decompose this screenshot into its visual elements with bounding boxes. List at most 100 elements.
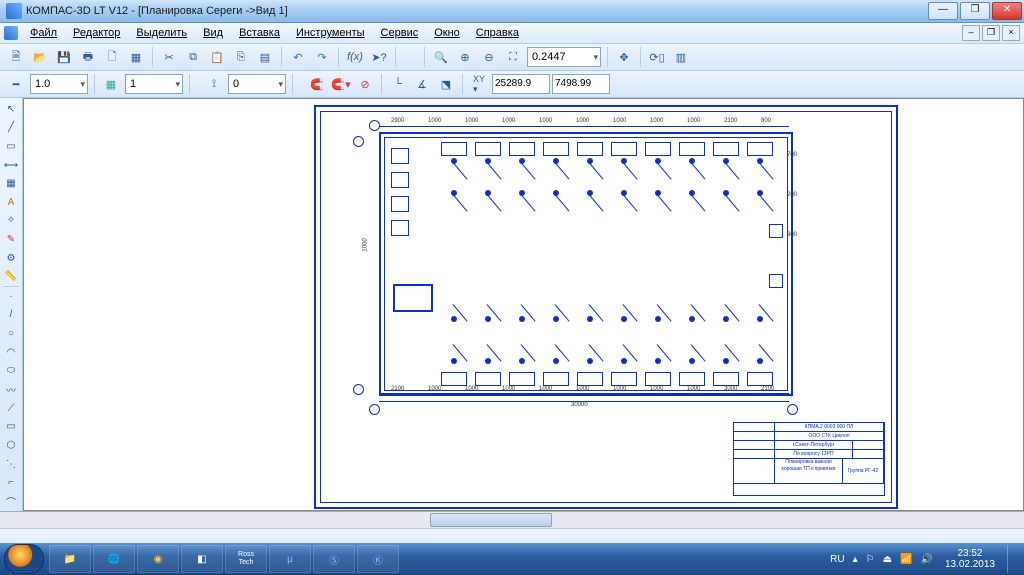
fillet-tool[interactable]: ⌒ [1, 493, 21, 510]
arc-tool[interactable]: ◠ [1, 344, 21, 361]
tray-safe-icon[interactable]: ⏏ [883, 554, 892, 565]
library-button[interactable]: ▤ [254, 46, 276, 68]
tool-palette: ↖ ╱ ▭ ⟷ ▦ A ✧ ✎ ⚙ 📏 · / ○ ◠ ⬭ 〰 ⟋ ▭ ⬡ ⋱ … [0, 98, 23, 511]
rectangle-tool[interactable]: ▭ [1, 419, 21, 436]
ellipse-tool[interactable]: ⬭ [1, 362, 21, 379]
spline-tool[interactable]: 〰 [1, 381, 21, 398]
close-button[interactable]: ✕ [992, 2, 1022, 20]
tray-volume-icon[interactable]: 🔊 [920, 554, 932, 565]
edit-tool[interactable]: ✎ [1, 231, 21, 248]
coord-x-input[interactable]: 25289.9 [492, 74, 550, 94]
display-button[interactable]: ▥ [670, 46, 692, 68]
linestyle-button[interactable]: ━ [5, 73, 27, 95]
snap-button[interactable]: 🧲 [306, 73, 328, 95]
zoom-in-button[interactable]: ⊕ [454, 46, 476, 68]
mdi-minimize-button[interactable]: – [962, 25, 980, 41]
round-button[interactable]: ⬔ [435, 73, 457, 95]
zoom-out-button[interactable]: ⊖ [478, 46, 500, 68]
redo-button[interactable]: ↷ [311, 46, 333, 68]
h-scroll-thumb[interactable] [430, 513, 552, 527]
leader-line [691, 162, 706, 179]
paste-button[interactable]: 📋 [206, 46, 228, 68]
save-button[interactable]: 💾 [53, 46, 75, 68]
mdi-buttons: – ❐ × [960, 25, 1024, 41]
menu-help[interactable]: Справка [468, 25, 527, 41]
task-utorrent[interactable]: μ [269, 545, 311, 573]
measure-tool[interactable]: 📏 [1, 268, 21, 285]
ortho-button[interactable]: └ [387, 73, 409, 95]
menu-window[interactable]: Окно [426, 25, 468, 41]
cut-button[interactable]: ✂ [158, 46, 180, 68]
dim-tool[interactable]: ⟷ [1, 157, 21, 174]
menu-service[interactable]: Сервис [373, 25, 427, 41]
circle-tool[interactable]: ○ [1, 325, 21, 342]
layer-combo[interactable]: 1 [125, 74, 183, 94]
angle-button[interactable]: ∡ [411, 73, 433, 95]
pointer-tool[interactable]: ↖ [1, 101, 21, 118]
open-button[interactable]: 📂 [29, 46, 51, 68]
h-scrollbar[interactable] [0, 511, 1024, 528]
mdi-restore-button[interactable]: ❐ [982, 25, 1000, 41]
menu-tools[interactable]: Инструменты [288, 25, 373, 41]
fx-button[interactable]: f(x) [344, 46, 366, 68]
chamfer-tool[interactable]: ⌐ [1, 474, 21, 491]
drawing-canvas[interactable]: 30000 КПМА.2 0003.000 ПЛ ООО СТК Циклоп … [23, 98, 1024, 511]
task-kompas[interactable]: Ⓚ [357, 545, 399, 573]
menu-insert[interactable]: Вставка [231, 25, 288, 41]
task-app[interactable]: ◧ [181, 545, 223, 573]
undo-button[interactable]: ↶ [287, 46, 309, 68]
zoom-combo[interactable]: 0.2447 [527, 47, 601, 67]
separator [462, 74, 463, 94]
segment-tool[interactable]: / [1, 307, 21, 324]
refresh-button[interactable]: ⟳▯ [646, 46, 668, 68]
task-explorer[interactable]: 📁 [49, 545, 91, 573]
polyline-tool[interactable]: ⟋ [1, 400, 21, 417]
menu-edit[interactable]: Редактор [65, 25, 128, 41]
clock[interactable]: 23:52 13.02.2013 [941, 548, 999, 570]
hatch-tool[interactable]: ▦ [1, 175, 21, 192]
snap-dropdown-button[interactable]: 🧲▾ [330, 73, 352, 95]
mdi-close-button[interactable]: × [1002, 25, 1020, 41]
copy-props-button[interactable]: ⎘ [230, 46, 252, 68]
snap-off-button[interactable]: ⊘ [354, 73, 376, 95]
rect-tool[interactable]: ▭ [1, 138, 21, 155]
zoom-window-button[interactable]: 🔍 [430, 46, 452, 68]
param-tool[interactable]: ⚙ [1, 250, 21, 267]
menu-select[interactable]: Выделить [128, 25, 195, 41]
machine-dot [757, 358, 763, 364]
show-desktop-button[interactable] [1007, 545, 1016, 573]
start-button[interactable] [4, 544, 44, 574]
select-mode-button[interactable]: ⟟ [203, 73, 225, 95]
task-browser[interactable]: 🌐 [93, 545, 135, 573]
tray-action-icon[interactable]: ⚐ [866, 554, 875, 565]
minimize-button[interactable]: — [928, 2, 958, 20]
polygon-tool[interactable]: ⬡ [1, 437, 21, 454]
maximize-button[interactable]: ❐ [960, 2, 990, 20]
aux-tool[interactable]: ⋱ [1, 456, 21, 473]
properties-button[interactable]: ▦ [125, 46, 147, 68]
layer-button[interactable]: ▦ [100, 73, 122, 95]
coord-y-input[interactable]: 7498.99 [552, 74, 610, 94]
new-button[interactable]: 🗎 [5, 46, 27, 68]
line-tool[interactable]: ╱ [1, 120, 21, 137]
copy-button[interactable]: ⧉ [182, 46, 204, 68]
symbol-tool[interactable]: ✧ [1, 213, 21, 230]
tray-network-icon[interactable]: 📶 [900, 554, 912, 565]
whatsthis-button[interactable]: ➤? [368, 46, 390, 68]
select-combo[interactable]: 0 [228, 74, 286, 94]
task-chrome[interactable]: ◉ [137, 545, 179, 573]
task-skype[interactable]: Ⓢ [313, 545, 355, 573]
text-tool[interactable]: A [1, 194, 21, 211]
linestyle-combo[interactable]: 1.0 [30, 74, 88, 94]
dim-text-top: 1000 [465, 118, 478, 124]
menu-file[interactable]: Файл [22, 25, 65, 41]
preview-button[interactable]: 🗋 [101, 46, 123, 68]
pan-button[interactable]: ✥ [613, 46, 635, 68]
point-tool[interactable]: · [1, 288, 21, 305]
menu-view[interactable]: Вид [195, 25, 231, 41]
tray-flag-icon[interactable]: ▴ [853, 554, 858, 565]
lang-indicator[interactable]: RU [830, 554, 844, 565]
print-button[interactable]: 🖶 [77, 46, 99, 68]
zoom-fit-button[interactable]: ⛶ [502, 46, 524, 68]
task-ross[interactable]: RossTech [225, 545, 267, 573]
